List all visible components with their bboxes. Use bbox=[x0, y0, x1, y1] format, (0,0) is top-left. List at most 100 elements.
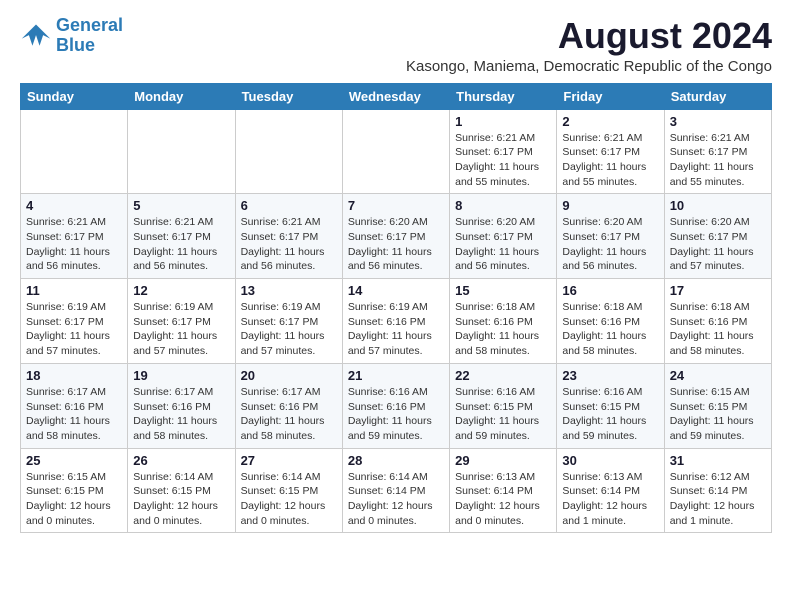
day-info: Sunrise: 6:19 AMSunset: 6:17 PMDaylight:… bbox=[133, 300, 229, 359]
calendar-cell: 16 Sunrise: 6:18 AMSunset: 6:16 PMDayligh… bbox=[557, 279, 664, 364]
day-info: Sunrise: 6:14 AMSunset: 6:15 PMDaylight:… bbox=[241, 470, 337, 529]
day-info: Sunrise: 6:21 AMSunset: 6:17 PMDaylight:… bbox=[455, 131, 551, 190]
day-number: 12 bbox=[133, 283, 229, 298]
column-header-tuesday: Tuesday bbox=[235, 83, 342, 109]
day-number: 3 bbox=[670, 114, 766, 129]
day-number: 26 bbox=[133, 453, 229, 468]
day-number: 2 bbox=[562, 114, 658, 129]
calendar-cell: 28Sunrise: 6:14 AMSunset: 6:14 PMDayligh… bbox=[342, 448, 449, 533]
title-area: August 2024 Kasongo, Maniema, Democratic… bbox=[406, 16, 772, 75]
day-info: Sunrise: 6:20 AMSunset: 6:17 PMDaylight:… bbox=[562, 215, 658, 274]
column-header-wednesday: Wednesday bbox=[342, 83, 449, 109]
day-info: Sunrise: 6:19 AMSunset: 6:16 PMDaylight:… bbox=[348, 300, 444, 359]
day-number: 6 bbox=[241, 198, 337, 213]
day-number: 14 bbox=[348, 283, 444, 298]
column-header-friday: Friday bbox=[557, 83, 664, 109]
logo-icon bbox=[20, 22, 52, 50]
day-info: Sunrise: 6:13 AMSunset: 6:14 PMDaylight:… bbox=[455, 470, 551, 529]
calendar-cell bbox=[235, 109, 342, 194]
calendar-cell bbox=[342, 109, 449, 194]
day-info: Sunrise: 6:19 AMSunset: 6:17 PMDaylight:… bbox=[26, 300, 122, 359]
calendar-cell: 31Sunrise: 6:12 AMSunset: 6:14 PMDayligh… bbox=[664, 448, 771, 533]
logo-text: General Blue bbox=[56, 16, 123, 56]
day-info: Sunrise: 6:14 AMSunset: 6:14 PMDaylight:… bbox=[348, 470, 444, 529]
day-info: Sunrise: 6:12 AMSunset: 6:14 PMDaylight:… bbox=[670, 470, 766, 529]
calendar-cell: 23 Sunrise: 6:16 AMSunset: 6:15 PMDayligh… bbox=[557, 363, 664, 448]
calendar-week-row: 25 Sunrise: 6:15 AMSunset: 6:15 PMDayligh… bbox=[21, 448, 772, 533]
calendar-cell: 14 Sunrise: 6:19 AMSunset: 6:16 PMDayligh… bbox=[342, 279, 449, 364]
day-info: Sunrise: 6:21 AMSunset: 6:17 PMDaylight:… bbox=[670, 131, 766, 190]
day-number: 13 bbox=[241, 283, 337, 298]
column-header-saturday: Saturday bbox=[664, 83, 771, 109]
day-number: 19 bbox=[133, 368, 229, 383]
calendar-cell: 4Sunrise: 6:21 AMSunset: 6:17 PMDaylight… bbox=[21, 194, 128, 279]
day-number: 30 bbox=[562, 453, 658, 468]
calendar-cell: 2 Sunrise: 6:21 AMSunset: 6:17 PMDaylight… bbox=[557, 109, 664, 194]
day-number: 22 bbox=[455, 368, 551, 383]
calendar-cell: 18 Sunrise: 6:17 AMSunset: 6:16 PMDayligh… bbox=[21, 363, 128, 448]
day-info: Sunrise: 6:15 AMSunset: 6:15 PMDaylight:… bbox=[26, 470, 122, 529]
column-header-thursday: Thursday bbox=[450, 83, 557, 109]
day-number: 17 bbox=[670, 283, 766, 298]
calendar-cell: 11 Sunrise: 6:19 AMSunset: 6:17 PMDayligh… bbox=[21, 279, 128, 364]
day-info: Sunrise: 6:15 AMSunset: 6:15 PMDaylight:… bbox=[670, 385, 766, 444]
day-number: 29 bbox=[455, 453, 551, 468]
calendar-cell: 10 Sunrise: 6:20 AMSunset: 6:17 PMDayligh… bbox=[664, 194, 771, 279]
day-number: 1 bbox=[455, 114, 551, 129]
calendar-cell: 6 Sunrise: 6:21 AMSunset: 6:17 PMDaylight… bbox=[235, 194, 342, 279]
day-info: Sunrise: 6:20 AMSunset: 6:17 PMDaylight:… bbox=[670, 215, 766, 274]
day-info: Sunrise: 6:17 AMSunset: 6:16 PMDaylight:… bbox=[133, 385, 229, 444]
day-info: Sunrise: 6:13 AMSunset: 6:14 PMDaylight:… bbox=[562, 470, 658, 529]
day-info: Sunrise: 6:16 AMSunset: 6:15 PMDaylight:… bbox=[455, 385, 551, 444]
day-number: 24 bbox=[670, 368, 766, 383]
day-number: 7 bbox=[348, 198, 444, 213]
calendar-cell: 20 Sunrise: 6:17 AMSunset: 6:16 PMDayligh… bbox=[235, 363, 342, 448]
calendar-cell: 24 Sunrise: 6:15 AMSunset: 6:15 PMDayligh… bbox=[664, 363, 771, 448]
calendar-cell: 15Sunrise: 6:18 AMSunset: 6:16 PMDayligh… bbox=[450, 279, 557, 364]
day-info: Sunrise: 6:17 AMSunset: 6:16 PMDaylight:… bbox=[26, 385, 122, 444]
day-number: 8 bbox=[455, 198, 551, 213]
calendar-cell: 12 Sunrise: 6:19 AMSunset: 6:17 PMDayligh… bbox=[128, 279, 235, 364]
day-number: 15 bbox=[455, 283, 551, 298]
calendar-table: SundayMondayTuesdayWednesdayThursdayFrid… bbox=[20, 83, 772, 534]
day-number: 16 bbox=[562, 283, 658, 298]
calendar-cell: 26 Sunrise: 6:14 AMSunset: 6:15 PMDayligh… bbox=[128, 448, 235, 533]
calendar-week-row: 4Sunrise: 6:21 AMSunset: 6:17 PMDaylight… bbox=[21, 194, 772, 279]
calendar-cell bbox=[21, 109, 128, 194]
day-number: 23 bbox=[562, 368, 658, 383]
day-number: 18 bbox=[26, 368, 122, 383]
day-info: Sunrise: 6:21 AMSunset: 6:17 PMDaylight:… bbox=[26, 215, 122, 274]
column-header-sunday: Sunday bbox=[21, 83, 128, 109]
calendar-cell: 9 Sunrise: 6:20 AMSunset: 6:17 PMDaylight… bbox=[557, 194, 664, 279]
calendar-cell: 3 Sunrise: 6:21 AMSunset: 6:17 PMDaylight… bbox=[664, 109, 771, 194]
calendar-cell: 8Sunrise: 6:20 AMSunset: 6:17 PMDaylight… bbox=[450, 194, 557, 279]
calendar-cell bbox=[128, 109, 235, 194]
day-info: Sunrise: 6:21 AMSunset: 6:17 PMDaylight:… bbox=[562, 131, 658, 190]
day-number: 11 bbox=[26, 283, 122, 298]
column-header-monday: Monday bbox=[128, 83, 235, 109]
day-number: 25 bbox=[26, 453, 122, 468]
day-number: 21 bbox=[348, 368, 444, 383]
day-number: 9 bbox=[562, 198, 658, 213]
day-info: Sunrise: 6:18 AMSunset: 6:16 PMDaylight:… bbox=[670, 300, 766, 359]
day-number: 10 bbox=[670, 198, 766, 213]
day-number: 5 bbox=[133, 198, 229, 213]
calendar-cell: 1 Sunrise: 6:21 AMSunset: 6:17 PMDaylight… bbox=[450, 109, 557, 194]
day-info: Sunrise: 6:18 AMSunset: 6:16 PMDaylight:… bbox=[562, 300, 658, 359]
day-info: Sunrise: 6:14 AMSunset: 6:15 PMDaylight:… bbox=[133, 470, 229, 529]
day-info: Sunrise: 6:16 AMSunset: 6:15 PMDaylight:… bbox=[562, 385, 658, 444]
calendar-cell: 19 Sunrise: 6:17 AMSunset: 6:16 PMDayligh… bbox=[128, 363, 235, 448]
day-number: 20 bbox=[241, 368, 337, 383]
day-info: Sunrise: 6:16 AMSunset: 6:16 PMDaylight:… bbox=[348, 385, 444, 444]
calendar-cell: 17 Sunrise: 6:18 AMSunset: 6:16 PMDayligh… bbox=[664, 279, 771, 364]
calendar-cell: 22 Sunrise: 6:16 AMSunset: 6:15 PMDayligh… bbox=[450, 363, 557, 448]
location-subtitle: Kasongo, Maniema, Democratic Republic of… bbox=[406, 58, 772, 75]
calendar-cell: 25 Sunrise: 6:15 AMSunset: 6:15 PMDayligh… bbox=[21, 448, 128, 533]
calendar-cell: 21 Sunrise: 6:16 AMSunset: 6:16 PMDayligh… bbox=[342, 363, 449, 448]
day-info: Sunrise: 6:17 AMSunset: 6:16 PMDaylight:… bbox=[241, 385, 337, 444]
day-info: Sunrise: 6:21 AMSunset: 6:17 PMDaylight:… bbox=[241, 215, 337, 274]
logo: General Blue bbox=[20, 16, 123, 56]
day-info: Sunrise: 6:19 AMSunset: 6:17 PMDaylight:… bbox=[241, 300, 337, 359]
calendar-cell: 30 Sunrise: 6:13 AMSunset: 6:14 PMDayligh… bbox=[557, 448, 664, 533]
calendar-header-row: SundayMondayTuesdayWednesdayThursdayFrid… bbox=[21, 83, 772, 109]
